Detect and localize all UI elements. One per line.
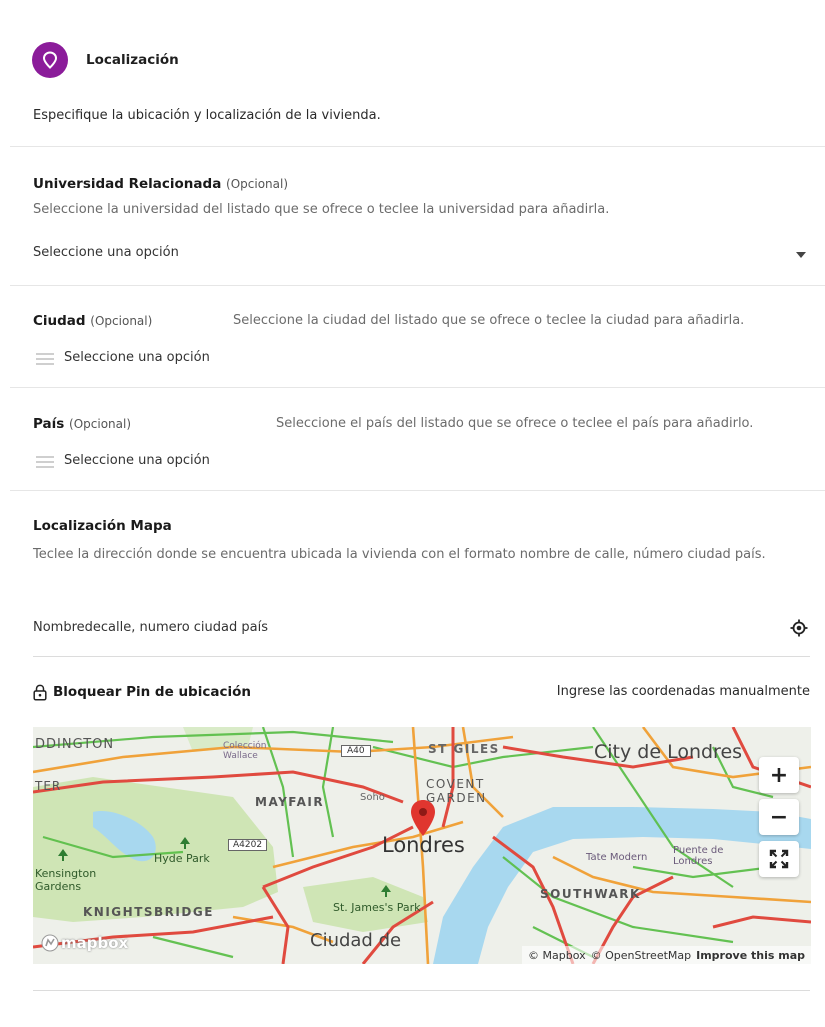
country-select-value: Seleccione una opción bbox=[64, 453, 210, 468]
map-label: Hyde Park bbox=[154, 852, 210, 865]
map-label: ST GILES bbox=[428, 742, 500, 756]
improve-map-link[interactable]: Improve this map bbox=[696, 949, 805, 962]
mapbox-logo-text: mapbox bbox=[61, 934, 129, 952]
city-select-value: Seleccione una opción bbox=[64, 350, 210, 365]
city-select[interactable]: Seleccione una opción bbox=[33, 344, 333, 372]
university-select[interactable]: Seleccione una opción bbox=[33, 236, 810, 268]
map-section-help: Teclee la dirección donde se encuentra u… bbox=[33, 547, 766, 562]
map-label: Colección Wallace bbox=[223, 741, 267, 761]
divider bbox=[33, 990, 810, 991]
map-label: COVENT GARDEN bbox=[426, 777, 487, 805]
menu-lines-icon bbox=[36, 456, 54, 468]
divider bbox=[10, 490, 825, 491]
map-label: Puente de Londres bbox=[673, 845, 724, 867]
chevron-down-icon bbox=[796, 252, 806, 258]
mapbox-logo[interactable]: mapbox bbox=[41, 933, 128, 953]
section-title: Localización bbox=[86, 52, 179, 68]
map-label: TER bbox=[35, 779, 62, 793]
map-label: SOUTHWARK bbox=[540, 887, 641, 901]
country-select[interactable]: Seleccione una opción bbox=[33, 447, 333, 475]
map-label: MAYFAIR bbox=[255, 795, 325, 809]
map-view[interactable]: DDINGTON Colección Wallace A40 ST GILES … bbox=[33, 727, 811, 964]
city-label: Ciudad (Opcional) bbox=[33, 313, 153, 329]
country-help: Seleccione el país del listado que se of… bbox=[276, 416, 754, 431]
manual-coordinates-link[interactable]: Ingrese las coordenadas manualmente bbox=[557, 684, 810, 699]
university-select-value: Seleccione una opción bbox=[33, 245, 179, 260]
address-input[interactable]: Nombredecalle, numero ciudad país bbox=[33, 612, 810, 644]
locate-me-icon[interactable] bbox=[790, 619, 808, 637]
park-icon bbox=[58, 849, 68, 861]
road-shield: A40 bbox=[341, 745, 371, 757]
park-icon bbox=[381, 885, 391, 897]
map-label: Ciudad de bbox=[310, 930, 402, 951]
address-placeholder: Nombredecalle, numero ciudad país bbox=[33, 620, 268, 635]
city-help: Seleccione la ciudad del listado que se … bbox=[233, 313, 745, 328]
map-label: Kensington Gardens bbox=[35, 867, 97, 893]
zoom-out-button[interactable]: − bbox=[759, 799, 799, 835]
input-underline bbox=[33, 656, 810, 657]
university-label: Universidad Relacionada (Opcional) bbox=[33, 176, 289, 192]
osm-attribution-link[interactable]: © OpenStreetMap bbox=[591, 949, 692, 962]
map-label: City de Londres bbox=[594, 741, 743, 763]
location-badge bbox=[32, 42, 68, 78]
road-shield: A4202 bbox=[228, 839, 268, 851]
location-pin-icon bbox=[42, 51, 58, 69]
fullscreen-icon bbox=[769, 849, 789, 869]
park-icon bbox=[180, 837, 190, 849]
mapbox-attribution-link[interactable]: © Mapbox bbox=[528, 949, 586, 962]
map-label: KNIGHTSBRIDGE bbox=[83, 905, 214, 919]
zoom-in-button[interactable]: + bbox=[759, 757, 799, 793]
map-label: Tate Modern bbox=[586, 852, 648, 863]
map-label: Soho bbox=[360, 792, 385, 803]
location-marker-icon[interactable] bbox=[410, 799, 436, 837]
map-attribution: © Mapbox © OpenStreetMap Improve this ma… bbox=[522, 946, 811, 964]
fullscreen-button[interactable] bbox=[759, 841, 799, 877]
map-label: St. James's Park bbox=[333, 901, 421, 914]
map-label: DDINGTON bbox=[35, 737, 115, 752]
lock-pin-label: Bloquear Pin de ubicación bbox=[53, 684, 251, 700]
map-section-label: Localización Mapa bbox=[33, 518, 172, 534]
divider bbox=[10, 387, 825, 388]
divider bbox=[10, 285, 825, 286]
lock-icon bbox=[33, 684, 47, 701]
mapbox-logo-icon bbox=[41, 934, 59, 952]
section-description: Especifique la ubicación y localización … bbox=[33, 108, 381, 123]
divider bbox=[10, 146, 825, 147]
menu-lines-icon bbox=[36, 353, 54, 365]
country-label: País (Opcional) bbox=[33, 416, 132, 432]
university-help: Seleccione la universidad del listado qu… bbox=[33, 202, 610, 217]
